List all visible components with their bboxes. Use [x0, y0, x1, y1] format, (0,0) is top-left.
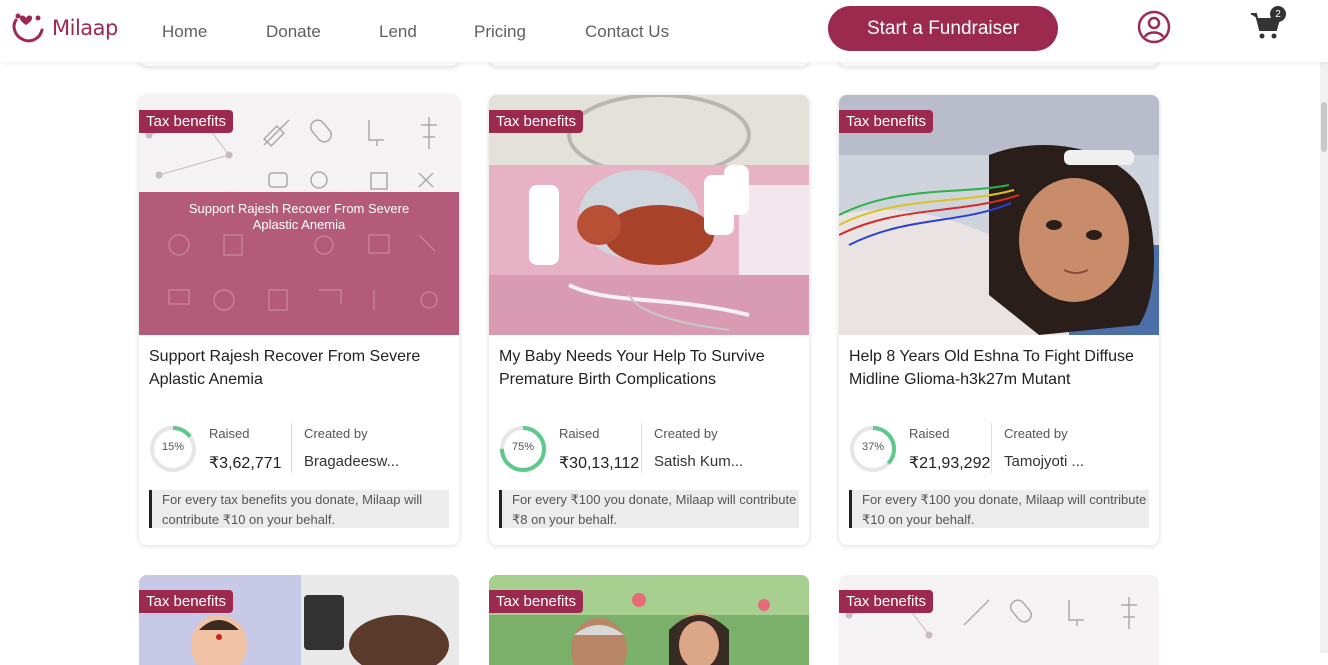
stats-divider	[641, 423, 642, 473]
fundraiser-image	[489, 575, 809, 665]
raised-label: Raised	[909, 426, 950, 441]
start-fundraiser-button[interactable]: Start a Fundraiser	[828, 6, 1058, 51]
created-by-name: Bragadeesw...	[304, 453, 400, 470]
user-account-icon[interactable]	[1137, 10, 1171, 44]
tax-benefits-badge: Tax benefits	[139, 110, 234, 133]
raised-amount: ₹3,62,771	[209, 455, 282, 472]
fundraiser-stats: 15% Raised ₹3,62,771 Created by Bragadee…	[149, 423, 454, 477]
created-by-label: Created by	[304, 426, 368, 441]
fundraiser-card[interactable]: Tax benefits	[839, 575, 1159, 665]
nav-donate[interactable]: Donate	[266, 22, 379, 42]
raised-label: Raised	[209, 426, 250, 441]
tax-benefits-badge: Tax benefits	[139, 590, 234, 613]
milaap-logo[interactable]: Milaap	[10, 10, 118, 46]
created-by-name: Satish Kum...	[654, 453, 744, 470]
cart-button[interactable]: 2	[1249, 6, 1289, 44]
fundraiser-card[interactable]: Support Rajesh Recover From Severe Aplas…	[139, 95, 459, 545]
logo-text: Milaap	[52, 16, 118, 40]
scrollbar-thumb[interactable]	[1321, 102, 1327, 152]
fundraiser-card[interactable]: Tax benefits	[489, 575, 809, 665]
nav-contact-us[interactable]: Contact Us	[585, 22, 669, 42]
fundraiser-title[interactable]: My Baby Needs Your Help To Survive Prema…	[499, 345, 804, 391]
created-by-label: Created by	[654, 426, 718, 441]
fundraiser-card[interactable]: Tax benefits Help 8 Years Old Eshna To F…	[839, 95, 1159, 545]
contribution-note: For every ₹100 you donate, Milaap will c…	[499, 490, 799, 528]
raised-label: Raised	[559, 426, 600, 441]
nav-pricing[interactable]: Pricing	[474, 22, 585, 42]
progress-percent: 15%	[161, 441, 185, 453]
fundraiser-card[interactable]: Tax benefits My Baby Needs Your Help To …	[489, 95, 809, 545]
cart-count-badge: 2	[1270, 6, 1286, 22]
created-by-name: Tamojyoti ...	[1004, 453, 1085, 470]
fundraiser-image: Support Rajesh Recover From Severe Aplas…	[139, 95, 459, 335]
progress-percent: 75%	[511, 441, 535, 453]
milaap-logo-icon	[12, 13, 44, 43]
contribution-note: For every tax benefits you donate, Milaa…	[149, 490, 449, 528]
contribution-note: For every ₹100 you donate, Milaap will c…	[849, 490, 1149, 528]
fundraiser-stats: 75% Raised ₹30,13,112 Created by Satish …	[499, 423, 804, 477]
nav-home[interactable]: Home	[162, 22, 266, 42]
page-scrollbar[interactable]	[1320, 62, 1328, 653]
fundraiser-image: Tax benefits	[839, 95, 1159, 335]
fundraiser-stats: 37% Raised ₹21,93,292 Created by Tamojyo…	[849, 423, 1154, 477]
banner-line-1: Support Rajesh Recover From Severe	[189, 201, 409, 216]
tax-benefits-badge: Tax benefits	[489, 110, 584, 133]
raised-amount: ₹21,93,292	[909, 455, 991, 472]
stats-divider	[291, 423, 292, 473]
medical-pattern-graphic	[839, 575, 1159, 665]
banner-line-2: Aplastic Anemia	[253, 217, 346, 232]
fundraiser-card[interactable]: Tax benefits	[139, 575, 459, 665]
raised-amount: ₹30,13,112	[559, 455, 640, 472]
tax-benefits-badge: Tax benefits	[839, 590, 934, 613]
main-nav: Home Donate Lend Pricing Contact Us	[162, 22, 669, 42]
tax-benefits-badge: Tax benefits	[489, 590, 584, 613]
fundraiser-image	[139, 575, 459, 665]
fundraiser-title[interactable]: Support Rajesh Recover From Severe Aplas…	[149, 345, 454, 391]
fundraiser-image: Tax benefits	[489, 95, 809, 335]
fundraiser-title[interactable]: Help 8 Years Old Eshna To Fight Diffuse …	[849, 345, 1154, 391]
nav-lend[interactable]: Lend	[379, 22, 474, 42]
progress-percent: 37%	[861, 441, 885, 453]
tax-benefits-badge: Tax benefits	[839, 110, 934, 133]
created-by-label: Created by	[1004, 426, 1068, 441]
site-header: Milaap Home Donate Lend Pricing Contact …	[0, 0, 1328, 62]
stats-divider	[991, 423, 992, 473]
